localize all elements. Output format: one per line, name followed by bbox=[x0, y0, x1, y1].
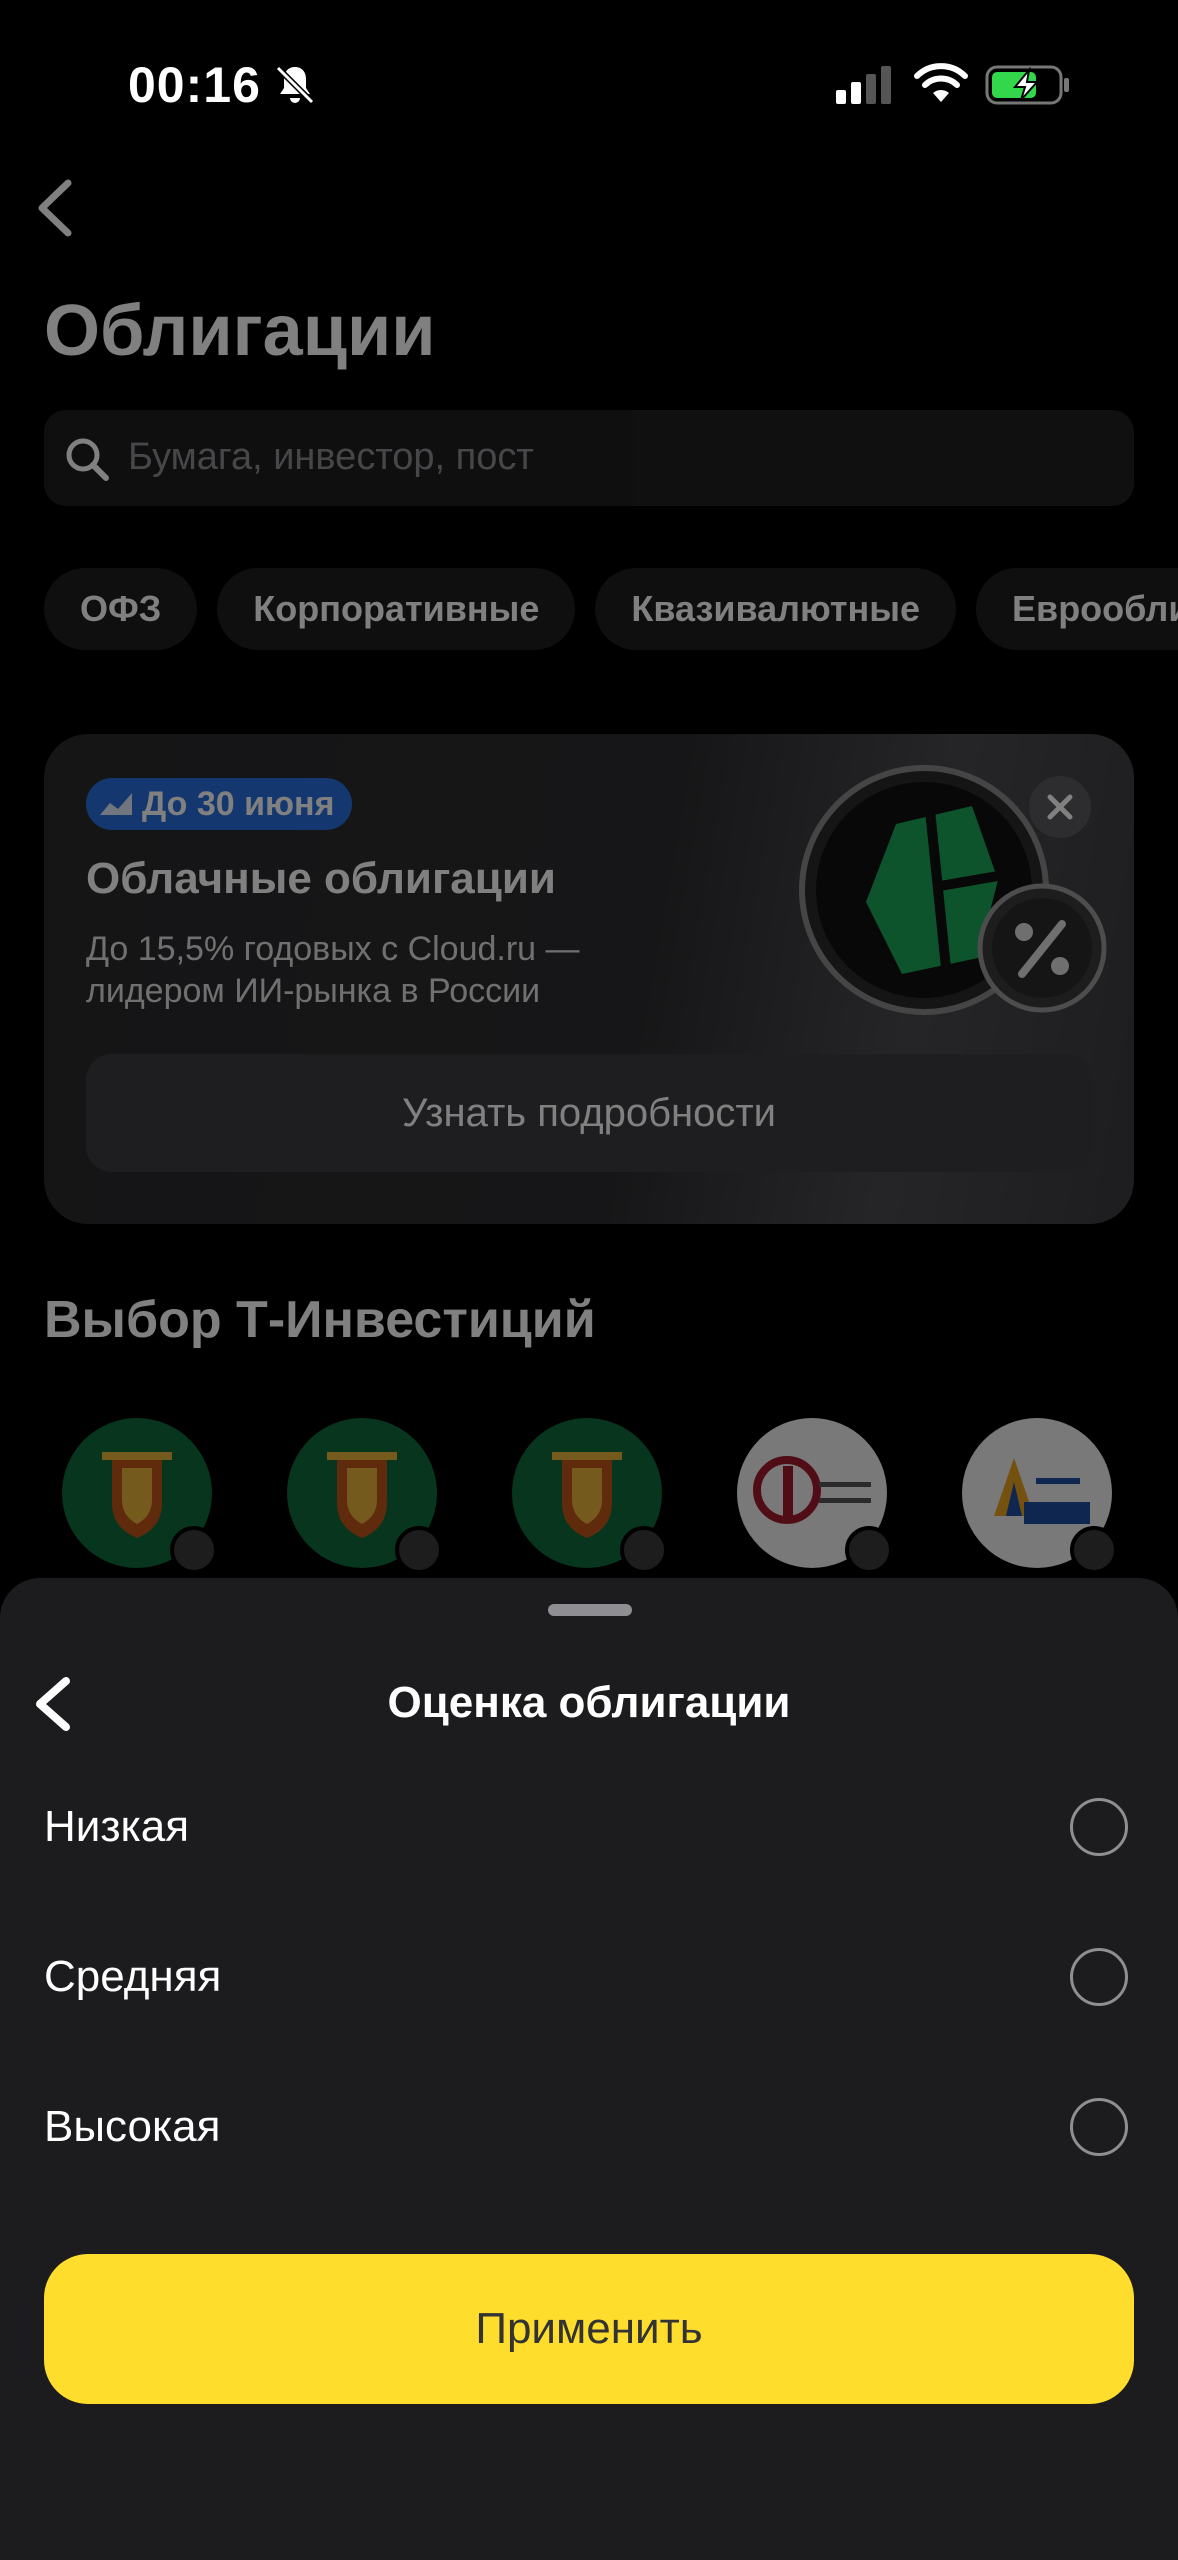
sheet-title: Оценка облигации bbox=[387, 1678, 791, 1727]
promo-details-button[interactable]: Узнать подробности bbox=[86, 1054, 1092, 1172]
chip-eurobonds[interactable]: Еврооблигации bbox=[976, 568, 1178, 650]
avatar-gruzovaya-kompaniya[interactable] bbox=[737, 1418, 893, 1574]
promo-badge: До 30 июня bbox=[86, 778, 353, 830]
picks-avatar-row bbox=[62, 1418, 1178, 1574]
sheet-grabber[interactable] bbox=[548, 1604, 632, 1616]
option-label: Средняя bbox=[44, 1952, 222, 2001]
promo-description: До 15,5% годовых с Cloud.ru — лидером ИИ… bbox=[86, 930, 580, 1010]
back-icon[interactable] bbox=[30, 175, 82, 241]
chip-ofz[interactable]: ОФЗ bbox=[44, 568, 198, 650]
lock-icon bbox=[395, 1526, 443, 1574]
page-title: Облигации bbox=[44, 291, 436, 371]
search-icon bbox=[66, 438, 109, 481]
radio-button[interactable] bbox=[1070, 1798, 1128, 1856]
chart-up-icon bbox=[100, 793, 132, 815]
filter-chips: ОФЗКорпоративныеКвазивалютныеЕврооблигац… bbox=[44, 568, 1178, 650]
option-label: Низкая bbox=[44, 1802, 190, 1851]
option-medium[interactable]: Средняя bbox=[0, 1906, 1178, 2046]
promo-badge-text: До 30 июня bbox=[142, 784, 335, 823]
chip-corporate[interactable]: Корпоративные bbox=[217, 568, 576, 650]
apply-button[interactable]: Применить bbox=[44, 2254, 1134, 2404]
search-placeholder: Бумага, инвестор, пост bbox=[128, 436, 534, 478]
option-high[interactable]: Высокая bbox=[0, 2056, 1178, 2196]
avatar-coat-of-arms[interactable] bbox=[512, 1418, 668, 1574]
option-label: Высокая bbox=[44, 2102, 221, 2151]
avatar-coat-of-arms[interactable] bbox=[287, 1418, 443, 1574]
radio-button[interactable] bbox=[1070, 1948, 1128, 2006]
close-icon[interactable] bbox=[1029, 776, 1091, 838]
search-input[interactable]: Бумага, инвестор, пост bbox=[44, 410, 1134, 506]
promo-card[interactable]: До 30 июня Облачные облигации До 15,5% г… bbox=[44, 734, 1134, 1224]
lock-icon bbox=[845, 1526, 893, 1574]
bond-rating-sheet: Оценка облигации Низкая Средняя Высокая … bbox=[0, 1578, 1178, 2560]
radio-button[interactable] bbox=[1070, 2098, 1128, 2156]
promo-title: Облачные облигации bbox=[86, 854, 556, 903]
option-low[interactable]: Низкая bbox=[0, 1756, 1178, 1896]
lock-icon bbox=[620, 1526, 668, 1574]
lock-icon bbox=[170, 1526, 218, 1574]
section-title: Выбор Т-Инвестиций bbox=[44, 1291, 596, 1349]
avatar-gruppa-vis[interactable] bbox=[962, 1418, 1118, 1574]
back-icon[interactable] bbox=[30, 1673, 78, 1735]
avatar-coat-of-arms[interactable] bbox=[62, 1418, 218, 1574]
lock-icon bbox=[1070, 1526, 1118, 1574]
chip-quasi-currency[interactable]: Квазивалютные bbox=[595, 568, 957, 650]
bonds-page: Облигации Бумага, инвестор, пост ОФЗ Корп… bbox=[0, 0, 1178, 1580]
